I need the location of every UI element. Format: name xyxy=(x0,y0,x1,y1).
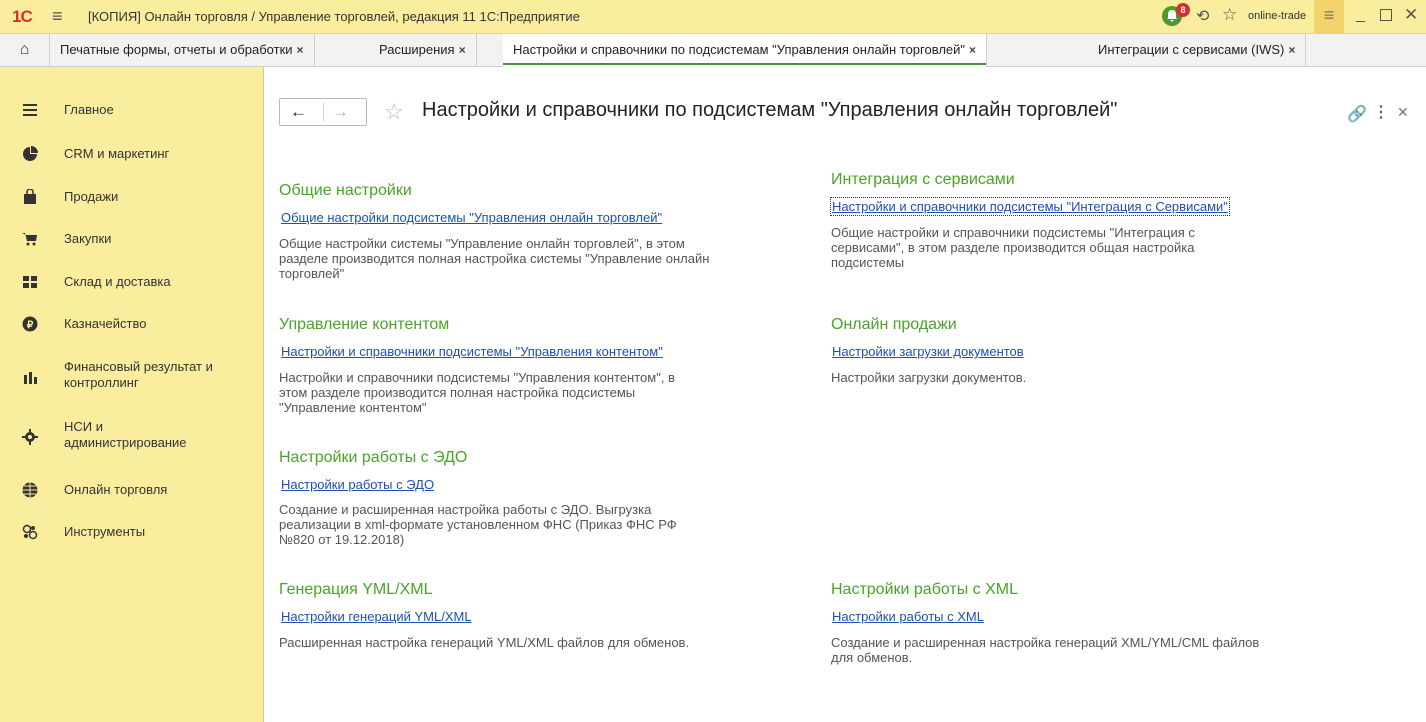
app-logo: 1С xyxy=(12,7,33,26)
desc-line: Создание и расширенная настройка генерац… xyxy=(831,635,1260,650)
tab-print-forms[interactable]: Печатные формы, отчеты и обработки × xyxy=(50,34,315,66)
desc-line: Настройки и справочники подсистемы "Упра… xyxy=(279,370,675,385)
more-options-icon[interactable]: ⋮ xyxy=(1373,102,1389,122)
cart-icon xyxy=(22,233,37,246)
hamburger-menu-icon[interactable]: ≡ xyxy=(52,7,63,25)
section-desc-xml: Создание и расширенная настройка генерац… xyxy=(831,635,1351,665)
add-to-favorites-star-icon[interactable]: ☆ xyxy=(384,99,404,125)
page-title: Настройки и справочники по подсистемам "… xyxy=(422,99,1118,121)
home-icon[interactable]: ⌂ xyxy=(0,34,50,66)
section-desc-content: Настройки и справочники подсистемы "Упра… xyxy=(279,370,799,415)
favorites-star-icon[interactable]: ☆ xyxy=(1222,5,1237,25)
back-arrow-icon[interactable]: ← xyxy=(290,102,307,122)
desc-line: подсистемы xyxy=(831,255,905,270)
navigation-buttons: ← → xyxy=(279,98,367,126)
sidebar-item-label: Онлайн торговля xyxy=(64,482,168,497)
section-desc-edo: Создание и расширенная настройка работы … xyxy=(279,502,799,547)
link-integration-settings[interactable]: Настройки и справочники подсистемы "Инте… xyxy=(830,197,1230,216)
tab-close-icon[interactable]: × xyxy=(459,43,466,57)
pie-icon xyxy=(23,146,38,161)
tab-settings-subsystems[interactable]: Настройки и справочники по подсистемам "… xyxy=(503,34,988,67)
desc-line: Общие настройки и справочники подсистемы… xyxy=(831,225,1195,240)
sidebar-item-label: Продажи xyxy=(64,189,119,204)
desc-line: разделе производится полная настройка си… xyxy=(279,251,710,266)
tab-label: Интеграции с сервисами (IWS) xyxy=(1098,42,1285,57)
desc-line: "Управление контентом" xyxy=(279,400,427,415)
desc-line: Создание и расширенная настройка работы … xyxy=(279,502,652,517)
section-title-general: Общие настройки xyxy=(279,182,412,199)
notification-count-badge: 8 xyxy=(1176,3,1190,17)
ruble-icon: ₽ xyxy=(22,316,38,332)
section-title-online-sales: Онлайн продажи xyxy=(831,316,957,333)
link-icon[interactable]: 🔗 xyxy=(1347,104,1367,124)
link-edo-settings[interactable]: Настройки работы с ЭДО xyxy=(281,477,434,492)
section-desc-yml: Расширенная настройка генераций YML/XML … xyxy=(279,635,799,650)
sidebar-item-label: Казначейство xyxy=(64,316,147,331)
warehouse-icon xyxy=(23,276,37,288)
link-xml-settings[interactable]: Настройки работы с XML xyxy=(832,609,984,624)
section-title-content: Управление контентом xyxy=(279,316,450,333)
svg-text:₽: ₽ xyxy=(27,320,34,331)
bar-chart-icon xyxy=(24,372,37,384)
link-content-settings[interactable]: Настройки и справочники подсистемы "Упра… xyxy=(281,344,663,359)
section-title-edo: Настройки работы с ЭДО xyxy=(279,449,468,466)
menu-icon xyxy=(23,104,37,116)
desc-line: этом разделе производится полная настрой… xyxy=(279,385,636,400)
section-desc-online-sales: Настройки загрузки документов. xyxy=(831,370,1351,385)
title-bar: 1С ≡ [КОПИЯ] Онлайн торговля / Управлени… xyxy=(0,0,1426,34)
desc-line: Расширенная настройка генераций YML/XML … xyxy=(279,635,690,650)
section-title-xml: Настройки работы с XML xyxy=(831,581,1019,598)
sidebar-item-label: Главное xyxy=(64,102,114,117)
sidebar-item-label: Склад и доставка xyxy=(64,274,171,289)
link-yml-settings[interactable]: Настройки генераций YML/XML xyxy=(281,609,472,624)
forward-arrow-icon[interactable]: → xyxy=(332,102,349,122)
tab-close-icon[interactable]: × xyxy=(1288,43,1295,57)
desc-line: Общие настройки системы "Управление онла… xyxy=(279,236,685,251)
tab-label: Расширения xyxy=(379,42,455,57)
desc-line: торговлей" xyxy=(279,266,345,281)
sidebar-item-label: Финансовый результат и xyxy=(64,359,213,374)
sidebar-item-label: НСИ и xyxy=(64,419,103,434)
sidebar-item-label: Инструменты xyxy=(64,524,146,539)
nav-separator xyxy=(323,103,324,121)
gear-icon xyxy=(22,429,38,445)
sidebar-item-label: CRM и маркетинг xyxy=(64,146,170,161)
sidebar: Главное CRM и маркетинг Продажи Закупки … xyxy=(0,67,264,722)
desc-line: сервисами", в этом разделе производится … xyxy=(831,240,1195,255)
tab-bar: ⌂ Печатные формы, отчеты и обработки × Ра… xyxy=(0,34,1426,67)
tab-extensions[interactable]: Расширения × xyxy=(369,34,477,66)
user-name[interactable]: online-trade xyxy=(1248,10,1306,22)
section-title-integration: Интеграция с сервисами xyxy=(831,171,1015,188)
tab-close-icon[interactable]: × xyxy=(297,43,304,57)
desc-line: №820 от 19.12.2018) xyxy=(279,532,405,547)
tab-label: Печатные формы, отчеты и обработки xyxy=(60,42,293,57)
minimize-icon[interactable]: _ xyxy=(1356,6,1365,24)
desc-line: для обменов. xyxy=(831,650,913,665)
section-desc-general: Общие настройки системы "Управление онла… xyxy=(279,236,799,281)
tab-close-icon[interactable]: × xyxy=(969,43,976,57)
sidebar-item-label-line2: контроллинг xyxy=(64,375,139,390)
desc-line: реализации в xml-формате установленном Ф… xyxy=(279,517,677,532)
maximize-icon[interactable] xyxy=(1380,9,1392,21)
main-menu-button[interactable]: ≡ xyxy=(1314,0,1344,33)
desc-line: Настройки загрузки документов. xyxy=(831,370,1027,385)
close-window-icon[interactable]: ✕ xyxy=(1404,5,1418,25)
sidebar-item-label: Закупки xyxy=(64,231,112,246)
bag-icon xyxy=(24,189,36,204)
globe-icon xyxy=(22,482,38,498)
link-document-import-settings[interactable]: Настройки загрузки документов xyxy=(832,344,1024,359)
history-icon[interactable]: ⟲ xyxy=(1196,6,1209,26)
close-page-icon[interactable]: ✕ xyxy=(1397,104,1409,121)
section-title-yml: Генерация YML/XML xyxy=(279,581,433,598)
tab-label: Настройки и справочники по подсистемам "… xyxy=(513,42,966,57)
section-desc-integration: Общие настройки и справочники подсистемы… xyxy=(831,225,1351,270)
window-title: [КОПИЯ] Онлайн торговля / Управление тор… xyxy=(88,9,580,24)
tab-integrations-iws[interactable]: Интеграции с сервисами (IWS) × xyxy=(1088,34,1307,66)
link-general-settings[interactable]: Общие настройки подсистемы "Управления о… xyxy=(281,210,662,225)
sidebar-item-label-line2: администрирование xyxy=(64,435,187,450)
tools-icon xyxy=(22,524,38,540)
